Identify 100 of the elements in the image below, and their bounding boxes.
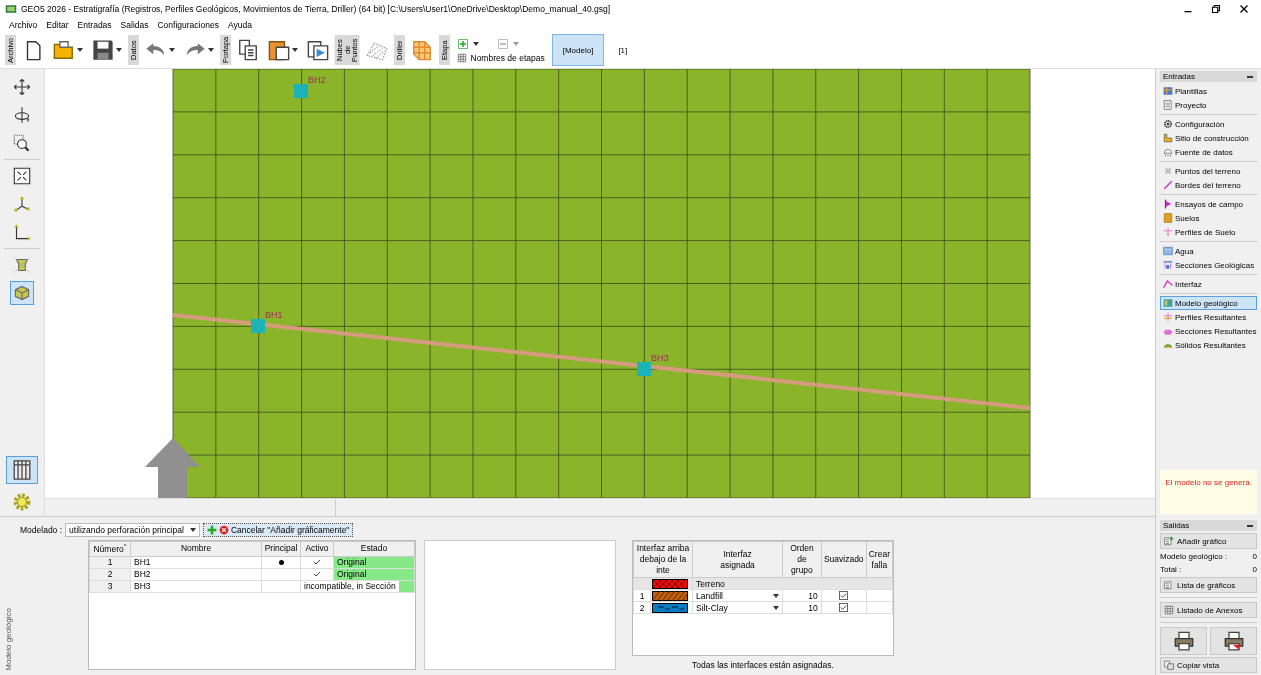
borehole-label: BH2: [308, 75, 326, 85]
add-chart-button[interactable]: Añadir gráfico: [1160, 533, 1257, 549]
cancel-icon: [218, 525, 229, 535]
counter-label: Total :: [1160, 565, 1182, 574]
table-icon: [1164, 605, 1174, 615]
menu-item[interactable]: Ayuda: [227, 20, 252, 30]
menu-item[interactable]: Editar: [46, 20, 69, 30]
panel-tab[interactable]: Modelo geológico: [3, 608, 13, 671]
layered-grid-icon[interactable]: [410, 39, 433, 61]
chart-list-icon: [1164, 580, 1174, 590]
table-icon[interactable]: [456, 52, 467, 63]
navigation-item[interactable]: Agua: [1160, 244, 1257, 258]
printer-icon: [1173, 631, 1194, 651]
print-pdf-button[interactable]: [1210, 627, 1257, 655]
navigation-item[interactable]: Modelo geológico: [1160, 296, 1257, 310]
annex-list-button[interactable]: Listado de Anexos: [1160, 602, 1257, 618]
borehole-marker[interactable]: [294, 84, 308, 98]
collapse-icon[interactable]: [1246, 523, 1254, 528]
table-cell: BH3: [130, 580, 262, 593]
line-icon: [1163, 180, 1173, 190]
panel-title: Entradas: [1163, 72, 1196, 81]
flag-icon: [1163, 199, 1173, 209]
stage-tab[interactable]: [Modelo]: [551, 34, 605, 66]
clipboard-icon[interactable]: [268, 39, 290, 61]
copy-view-icon[interactable]: [307, 39, 329, 61]
chart-list-button[interactable]: Lista de gráficos: [1160, 577, 1257, 593]
cube-icon[interactable]: [10, 281, 34, 305]
navigation-item[interactable]: Interfaz: [1160, 277, 1257, 291]
navigation-item[interactable]: Perfiles Resultantes: [1160, 310, 1257, 324]
column-header[interactable]: Interfaz arriba debajo de la inte: [633, 541, 693, 578]
checkmark-icon[interactable]: [313, 559, 321, 566]
collapse-icon[interactable]: [1246, 74, 1254, 79]
navigation-item[interactable]: Plantillas: [1160, 84, 1257, 98]
copy-view-icon: [1164, 660, 1174, 670]
navigation-item[interactable]: Ensayos de campo: [1160, 197, 1257, 211]
column-header[interactable]: Principal: [261, 541, 301, 557]
stage-names-label[interactable]: Nombres de etapas: [470, 52, 545, 63]
caret-icon[interactable]: [116, 48, 122, 52]
caret-icon[interactable]: [472, 41, 479, 46]
counter-value: 0: [1252, 552, 1257, 561]
counter-value: 0: [1252, 565, 1257, 574]
navigation-item[interactable]: Puntos del terreno: [1160, 164, 1257, 178]
menu-item[interactable]: Configuraciones: [157, 20, 219, 30]
navigation-item[interactable]: Secciones Geológicas: [1160, 258, 1257, 272]
restore-icon[interactable]: [1209, 2, 1223, 16]
row-number: 2: [633, 601, 651, 614]
column-header[interactable]: Estado: [333, 541, 415, 557]
caret-icon[interactable]: [292, 48, 298, 52]
profile-icon: [1163, 312, 1173, 322]
counter-label: Modelo geológico :: [1160, 552, 1228, 561]
printer-icon: [1223, 631, 1244, 651]
caret-icon[interactable]: [77, 48, 83, 52]
copy-view-button[interactable]: Copiar vista: [1160, 657, 1257, 673]
navigation-item[interactable]: Fuente de datos: [1160, 145, 1257, 159]
status-cell: [398, 580, 414, 592]
borehole-marker[interactable]: [637, 362, 651, 376]
soil-icon: [1163, 213, 1173, 223]
panel-title: Salidas: [1163, 521, 1190, 530]
checkbox[interactable]: [839, 591, 849, 601]
status-message: Todas las interfaces están asignadas.: [692, 660, 834, 670]
stage-tab[interactable]: [1]: [607, 34, 639, 66]
navigation-item[interactable]: Perfiles de Suelo: [1160, 225, 1257, 239]
column-header[interactable]: Orden de grupo: [782, 541, 822, 578]
checkmark-icon[interactable]: [313, 571, 321, 578]
navigation-item[interactable]: Configuración: [1160, 117, 1257, 131]
copy-icon[interactable]: [237, 39, 259, 61]
column-header[interactable]: Activo: [300, 541, 334, 557]
document-icon: [1163, 100, 1173, 110]
gear-icon: [1163, 119, 1173, 129]
interface-line-icon: [1163, 279, 1173, 289]
table-icon[interactable]: [6, 456, 38, 484]
column-header[interactable]: Crear falla: [866, 541, 893, 578]
folder-icon[interactable]: [53, 39, 75, 61]
borehole-marker[interactable]: [251, 319, 265, 333]
menu-item[interactable]: Archivo: [9, 20, 38, 30]
navigation-item[interactable]: Sitio de construcción: [1160, 131, 1257, 145]
plus-icon: [206, 525, 217, 535]
arrow-icon: [145, 438, 200, 498]
print-button[interactable]: [1160, 627, 1207, 655]
menu-item[interactable]: Entradas: [77, 20, 112, 30]
navigation-item[interactable]: Bordes del terreno: [1160, 178, 1257, 192]
navigation-item[interactable]: Sólidos Resultantes: [1160, 338, 1257, 352]
modeling-dropdown[interactable]: utilizando perforación principal: [65, 523, 200, 537]
caret-icon[interactable]: [189, 528, 196, 532]
caret-icon[interactable]: [208, 48, 214, 52]
navigation-item[interactable]: Secciones Resultantes: [1160, 324, 1257, 338]
navigation-item[interactable]: Proyecto: [1160, 98, 1257, 112]
principal-dot-icon[interactable]: [278, 560, 284, 566]
caret-icon[interactable]: [169, 48, 175, 52]
table-cell: BH2: [130, 568, 262, 581]
navigation-item[interactable]: Suelos: [1160, 211, 1257, 225]
menu-item[interactable]: Salidas: [120, 20, 149, 30]
column-header[interactable]: Número$^{^}$: [89, 541, 131, 557]
column-header[interactable]: Suavizado: [821, 541, 867, 578]
column-header[interactable]: Nombre: [130, 541, 262, 557]
column-header[interactable]: Interfaz asignada: [692, 541, 783, 578]
checkbox[interactable]: [839, 603, 849, 613]
cancel-add-button[interactable]: Cancelar "Añadir gráficamente": [202, 523, 354, 537]
water-icon: [1163, 246, 1173, 256]
grid-icon: [1163, 86, 1173, 96]
